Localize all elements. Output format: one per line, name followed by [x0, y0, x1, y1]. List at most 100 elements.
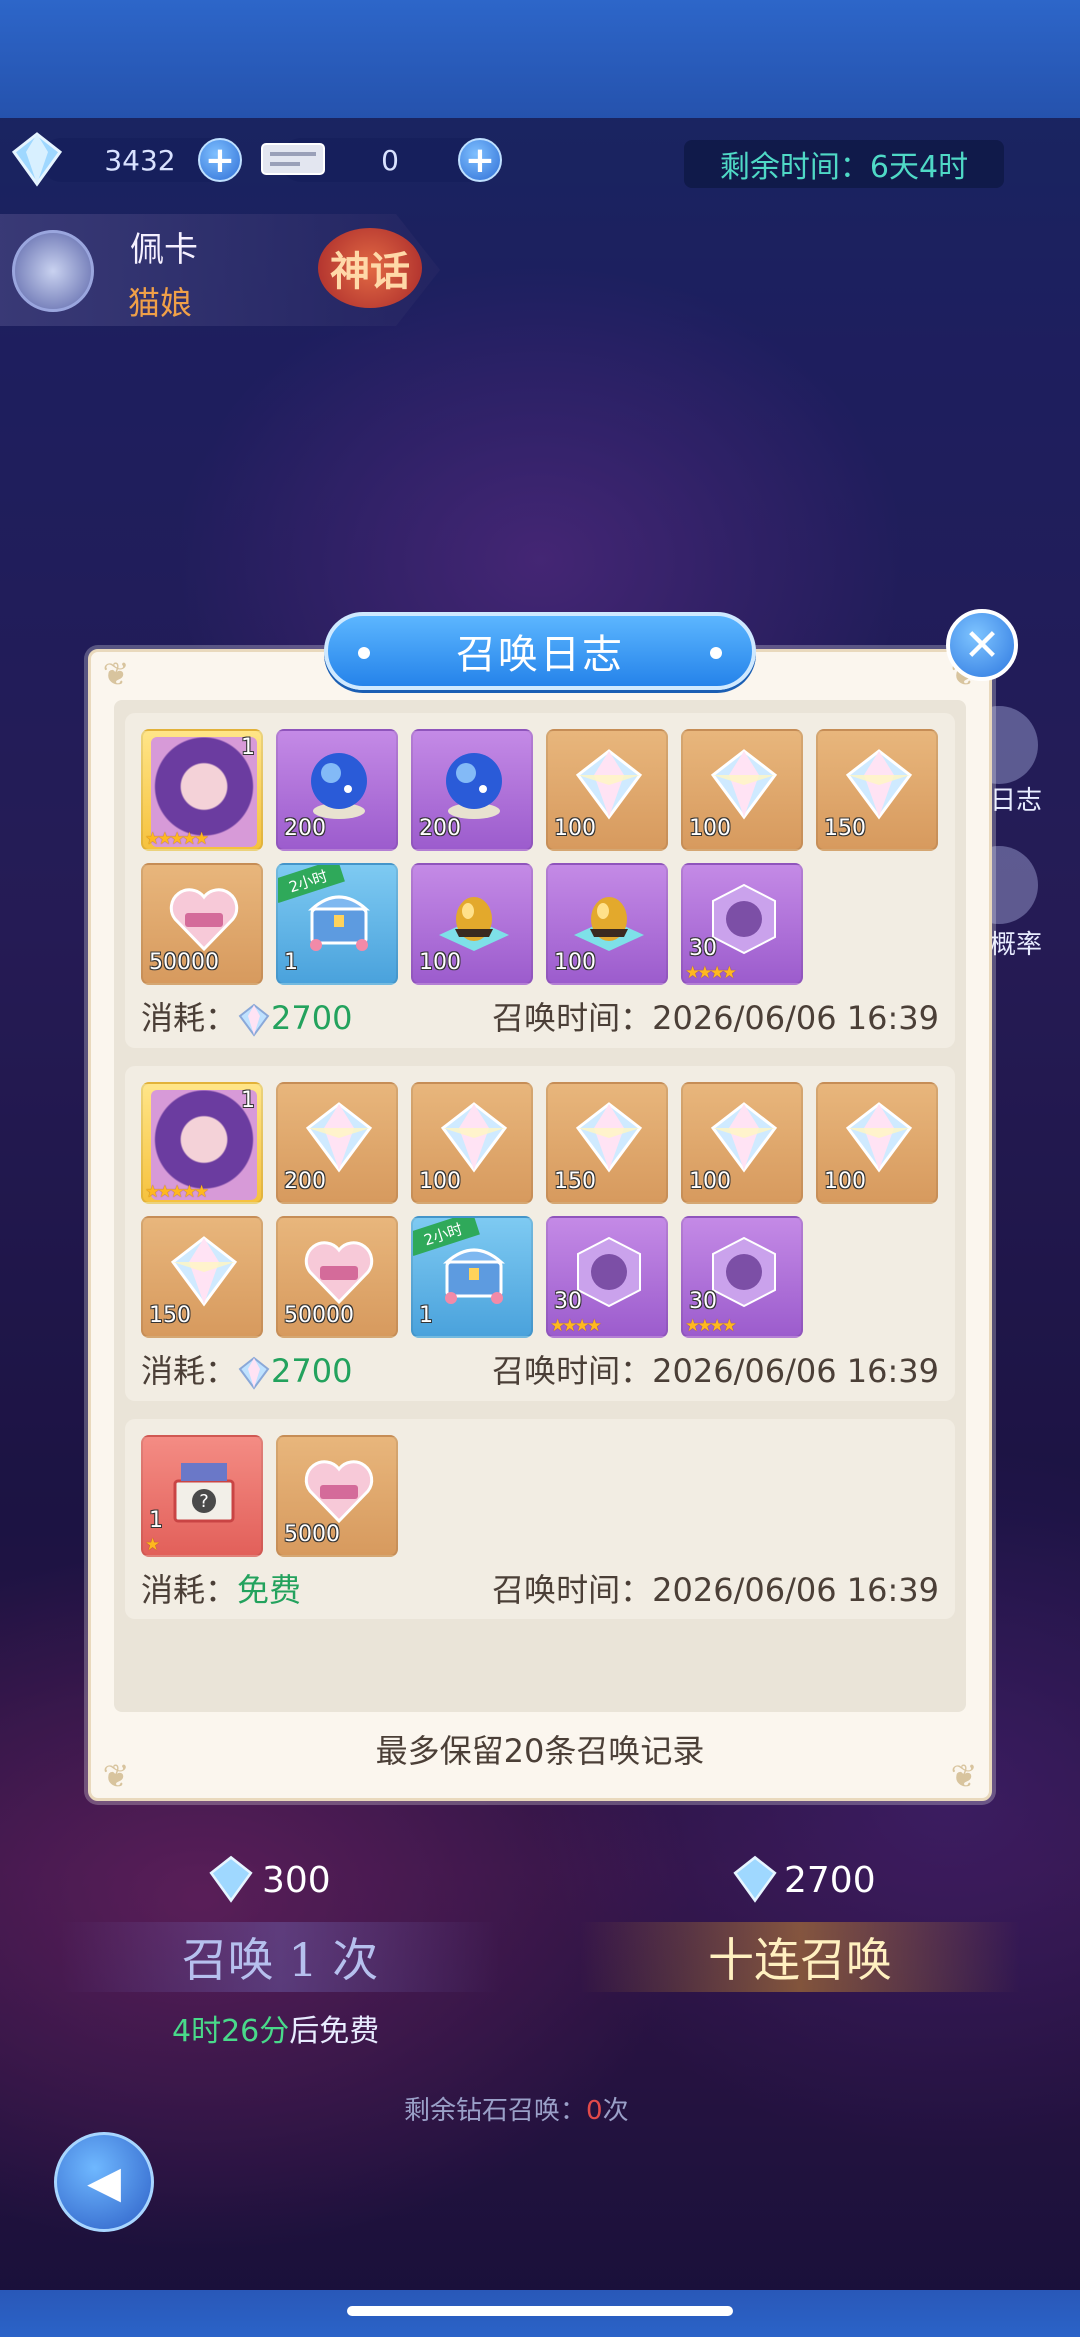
- reward-tile[interactable]: 50000: [141, 863, 263, 985]
- record-time: 召唤时间：2026/06/06 16:39: [492, 1571, 939, 1609]
- remaining-summons-count: 0: [586, 2096, 603, 2126]
- close-button[interactable]: ✕: [946, 609, 1018, 681]
- crystal-orb-icon: [435, 745, 513, 823]
- reward-tile[interactable]: 100: [546, 863, 668, 985]
- reward-count: 30: [689, 936, 717, 961]
- reward-count: 1: [284, 950, 298, 975]
- reward-tile[interactable]: 30 ★★★★: [546, 1216, 668, 1338]
- reward-tile[interactable]: 100: [681, 729, 803, 851]
- star-rating: ★★★★★: [145, 1182, 209, 1202]
- rainbow-gem-icon: [300, 1098, 378, 1176]
- reward-tile[interactable]: 100: [681, 1082, 803, 1204]
- reward-tile[interactable]: 30 ★★★★: [681, 863, 803, 985]
- reward-count: 5000: [284, 1522, 340, 1547]
- summon-record: ? 1 ★ 5000 消耗：免费 召唤时间：2026/06/06 16:39: [125, 1419, 955, 1619]
- reward-tile[interactable]: 150: [546, 1082, 668, 1204]
- reward-count: 100: [824, 1169, 866, 1194]
- reward-tile[interactable]: 100: [411, 863, 533, 985]
- home-indicator[interactable]: [347, 2306, 733, 2316]
- top-band: [0, 0, 1080, 118]
- reward-count: 150: [149, 1303, 191, 1328]
- reward-tile[interactable]: 100: [816, 1082, 938, 1204]
- reward-tile[interactable]: 100: [411, 1082, 533, 1204]
- reward-tile[interactable]: 150: [141, 1216, 263, 1338]
- diamond-icon: [11, 132, 63, 187]
- reward-count: 100: [689, 816, 731, 841]
- reward-count: 100: [554, 950, 596, 975]
- record-time: 召唤时间：2026/06/06 16:39: [492, 999, 939, 1037]
- back-button[interactable]: ◀: [54, 2132, 154, 2232]
- reward-tile[interactable]: 200: [276, 729, 398, 851]
- ticket-icon: [261, 143, 325, 175]
- reward-count: 1: [419, 1303, 433, 1328]
- cost-value: 2700: [271, 999, 353, 1037]
- reward-tile[interactable]: 5000: [276, 1435, 398, 1557]
- cost-label: 消耗：: [141, 1352, 238, 1390]
- rainbow-gem-icon: [840, 745, 918, 823]
- ten-summon-label: 十连召唤: [708, 1933, 892, 1987]
- reward-tile[interactable]: 1 2小时: [276, 863, 398, 985]
- record-time: 召唤时间：2026/06/06 16:39: [492, 1352, 939, 1390]
- mystery-box-icon: ?: [165, 1451, 243, 1529]
- single-summon-label: 召唤 1 次: [181, 1933, 379, 1987]
- remaining-time-text: 剩余时间：6天4时: [719, 150, 969, 185]
- record-cost: 消耗： 2700: [141, 1346, 352, 1392]
- reward-count: 1: [149, 1508, 163, 1533]
- single-summon-cost: 300: [262, 1860, 331, 1901]
- reward-count: 100: [419, 950, 461, 975]
- star-rating: ★: [145, 1535, 160, 1555]
- reward-tile[interactable]: 150: [816, 729, 938, 851]
- rainbow-gem-icon: [570, 745, 648, 823]
- golden-egg-icon: [435, 879, 513, 957]
- remaining-summons-suffix: 次: [602, 2096, 629, 2126]
- reward-tile[interactable]: 1 ★★★★★: [141, 729, 263, 851]
- back-arrow-icon: ◀: [87, 2156, 121, 2208]
- reward-count: 150: [554, 1169, 596, 1194]
- reward-count: 1: [241, 1088, 255, 1113]
- reward-tile[interactable]: 1 2小时: [411, 1216, 533, 1338]
- ten-summon-button[interactable]: 十连召唤: [580, 1922, 1020, 1992]
- reward-count: 200: [284, 816, 326, 841]
- title-dot-icon: [710, 647, 722, 659]
- star-rating: ★★★★★: [145, 829, 209, 849]
- dialog-title-bar: 召唤日志: [324, 612, 756, 690]
- diamond-icon: [733, 1855, 777, 1903]
- reward-count: 50000: [149, 950, 219, 975]
- rainbow-gem-icon: [840, 1098, 918, 1176]
- cost-value: 2700: [271, 1352, 353, 1390]
- exp-heart-icon: [300, 1451, 378, 1529]
- reward-tile[interactable]: 200: [411, 729, 533, 851]
- exp-heart-icon: [300, 1232, 378, 1310]
- free-timer-suffix: 后免费: [289, 2014, 380, 2049]
- reward-tile[interactable]: 100: [546, 729, 668, 851]
- summon-record: 1 ★★★★★ 200 100 150 100 100 150 50000 1 2小时 30 ★★★★ 3…: [125, 1066, 955, 1401]
- free-timer-value: 4时26分: [172, 2014, 290, 2049]
- add-ticket-button[interactable]: +: [458, 138, 502, 182]
- reward-count: 100: [689, 1169, 731, 1194]
- reward-count: 200: [284, 1169, 326, 1194]
- crystal-orb-icon: [300, 745, 378, 823]
- exp-heart-icon: [165, 879, 243, 957]
- close-icon: ✕: [963, 619, 1001, 671]
- reward-tile[interactable]: ? 1 ★: [141, 1435, 263, 1557]
- star-rating: ★★★★: [550, 1316, 602, 1336]
- reward-tile[interactable]: 1 ★★★★★: [141, 1082, 263, 1204]
- rainbow-gem-icon: [435, 1098, 513, 1176]
- record-cost: 消耗：免费: [141, 1565, 301, 1611]
- cost-label: 消耗：: [141, 999, 238, 1037]
- single-summon-button[interactable]: 召唤 1 次: [60, 1922, 500, 1992]
- reward-tile[interactable]: 200: [276, 1082, 398, 1204]
- hero-race: 猫娘: [128, 284, 193, 322]
- record-cost: 消耗： 2700: [141, 993, 352, 1039]
- cost-value: 免费: [237, 1571, 302, 1609]
- add-gem-button[interactable]: +: [198, 138, 242, 182]
- diamond-icon: [238, 1356, 270, 1390]
- star-rating: ★★★★: [685, 1316, 737, 1336]
- log-button-label: 日志: [990, 786, 1043, 816]
- rainbow-gem-icon: [705, 745, 783, 823]
- dialog-footer-note: 最多保留20条召唤记录: [375, 1732, 705, 1770]
- reward-tile[interactable]: 50000: [276, 1216, 398, 1338]
- reward-count: 30: [554, 1289, 582, 1314]
- reward-tile[interactable]: 30 ★★★★: [681, 1216, 803, 1338]
- reward-count: 30: [689, 1289, 717, 1314]
